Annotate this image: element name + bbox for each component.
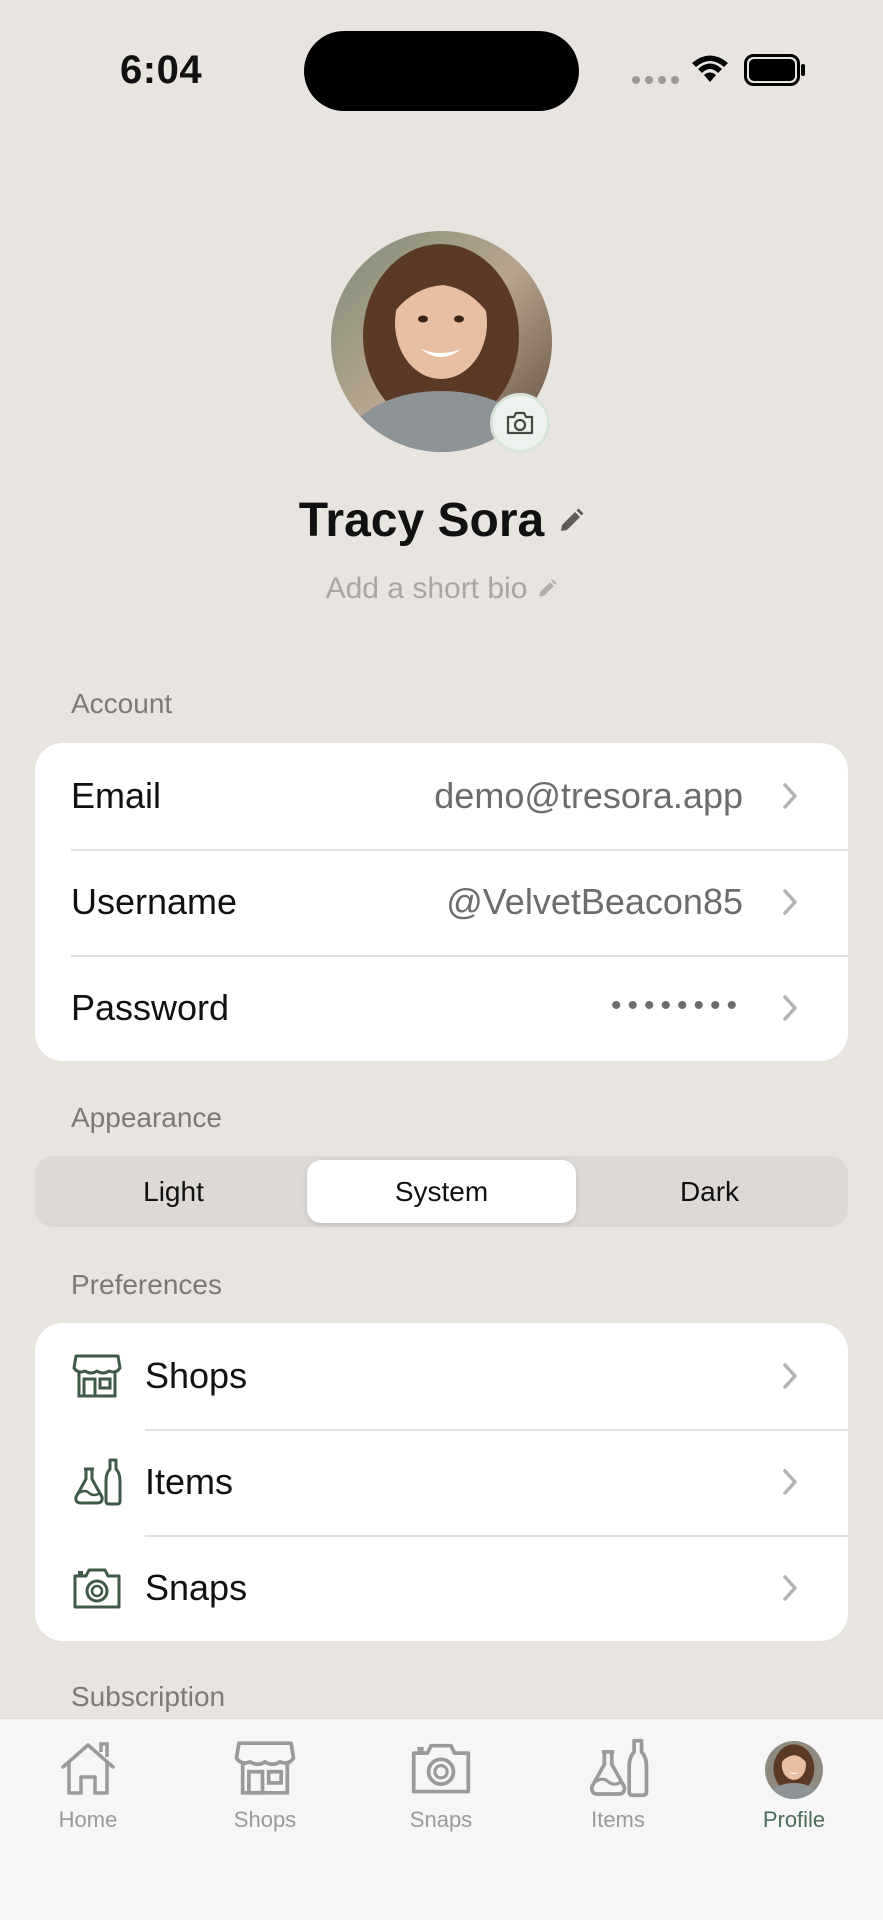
home-icon [61, 1742, 115, 1795]
tab-snaps-label: Snaps [409, 1807, 473, 1832]
dynamic-island [304, 31, 579, 111]
appearance-segmented-control: Light System Dark [35, 1156, 848, 1227]
tab-shops[interactable]: Shops [185, 1737, 345, 1833]
preferences-shops-row[interactable]: Shops [35, 1323, 848, 1429]
chevron-right-icon [783, 1363, 797, 1389]
tab-home-label: Home [58, 1807, 118, 1832]
chevron-right-icon [783, 995, 797, 1021]
username-row[interactable]: Username @VelvetBeacon85 [35, 849, 848, 955]
preferences-snaps-row[interactable]: Snaps [35, 1535, 848, 1641]
account-card: Email demo@tresora.app Username @VelvetB… [35, 743, 848, 1061]
items-icon [589, 1738, 649, 1798]
tab-items[interactable]: Items [538, 1737, 698, 1833]
preferences-items-row[interactable]: Items [35, 1429, 848, 1535]
profile-avatar[interactable] [331, 231, 552, 453]
tab-snaps[interactable]: Snaps [361, 1737, 521, 1833]
edit-name-pencil-icon[interactable] [558, 508, 584, 534]
items-icon [71, 1456, 123, 1508]
preferences-card: Shops Items Snaps [35, 1323, 848, 1641]
email-row[interactable]: Email demo@tresora.app [35, 743, 848, 849]
storefront-icon [234, 1741, 296, 1795]
chevron-right-icon [783, 1469, 797, 1495]
tab-bar: Home Shops Snaps Items Profile [0, 1718, 883, 1920]
cellular-signal-icon [632, 76, 679, 84]
appearance-dark-option[interactable]: Dark [575, 1160, 844, 1223]
chevron-right-icon [783, 1575, 797, 1601]
camera-icon [71, 1562, 123, 1614]
bio-placeholder: Add a short bio [325, 572, 528, 605]
tab-items-label: Items [591, 1807, 645, 1832]
camera-icon [506, 411, 534, 435]
appearance-section-label: Appearance [71, 1102, 223, 1133]
preferences-snaps-label: Snaps [145, 1567, 248, 1608]
email-label: Email [71, 775, 162, 816]
appearance-system-option[interactable]: System [307, 1160, 576, 1223]
name-row[interactable]: Tracy Sora [0, 493, 883, 548]
bio-row[interactable]: Add a short bio [0, 572, 883, 606]
password-row[interactable]: Password •••••••• [35, 955, 848, 1061]
battery-icon [744, 54, 805, 86]
username-label: Username [71, 881, 238, 922]
avatar [765, 1741, 823, 1799]
chevron-right-icon [783, 783, 797, 809]
preferences-items-label: Items [145, 1461, 234, 1502]
tab-shops-label: Shops [233, 1807, 297, 1832]
profile-name: Tracy Sora [298, 494, 545, 547]
change-photo-button[interactable] [490, 393, 550, 453]
preferences-section-label: Preferences [71, 1269, 222, 1300]
chevron-right-icon [783, 889, 797, 915]
username-value: @VelvetBeacon85 [446, 881, 743, 922]
preferences-shops-label: Shops [145, 1355, 248, 1396]
password-label: Password [71, 987, 230, 1028]
storefront-icon [71, 1350, 123, 1402]
appearance-light-option[interactable]: Light [39, 1160, 308, 1223]
tab-profile[interactable]: Profile [714, 1737, 874, 1833]
status-bar: 6:04 [0, 0, 883, 140]
tab-home[interactable]: Home [8, 1737, 168, 1833]
tab-profile-label: Profile [762, 1807, 826, 1832]
email-value: demo@tresora.app [434, 775, 743, 816]
edit-bio-pencil-icon[interactable] [537, 579, 558, 599]
status-time: 6:04 [120, 48, 203, 92]
wifi-icon [692, 55, 728, 82]
camera-icon [411, 1743, 471, 1794]
subscription-section-label: Subscription [71, 1681, 226, 1712]
password-value: •••••••• [610, 989, 743, 1022]
account-section-label: Account [71, 688, 173, 719]
